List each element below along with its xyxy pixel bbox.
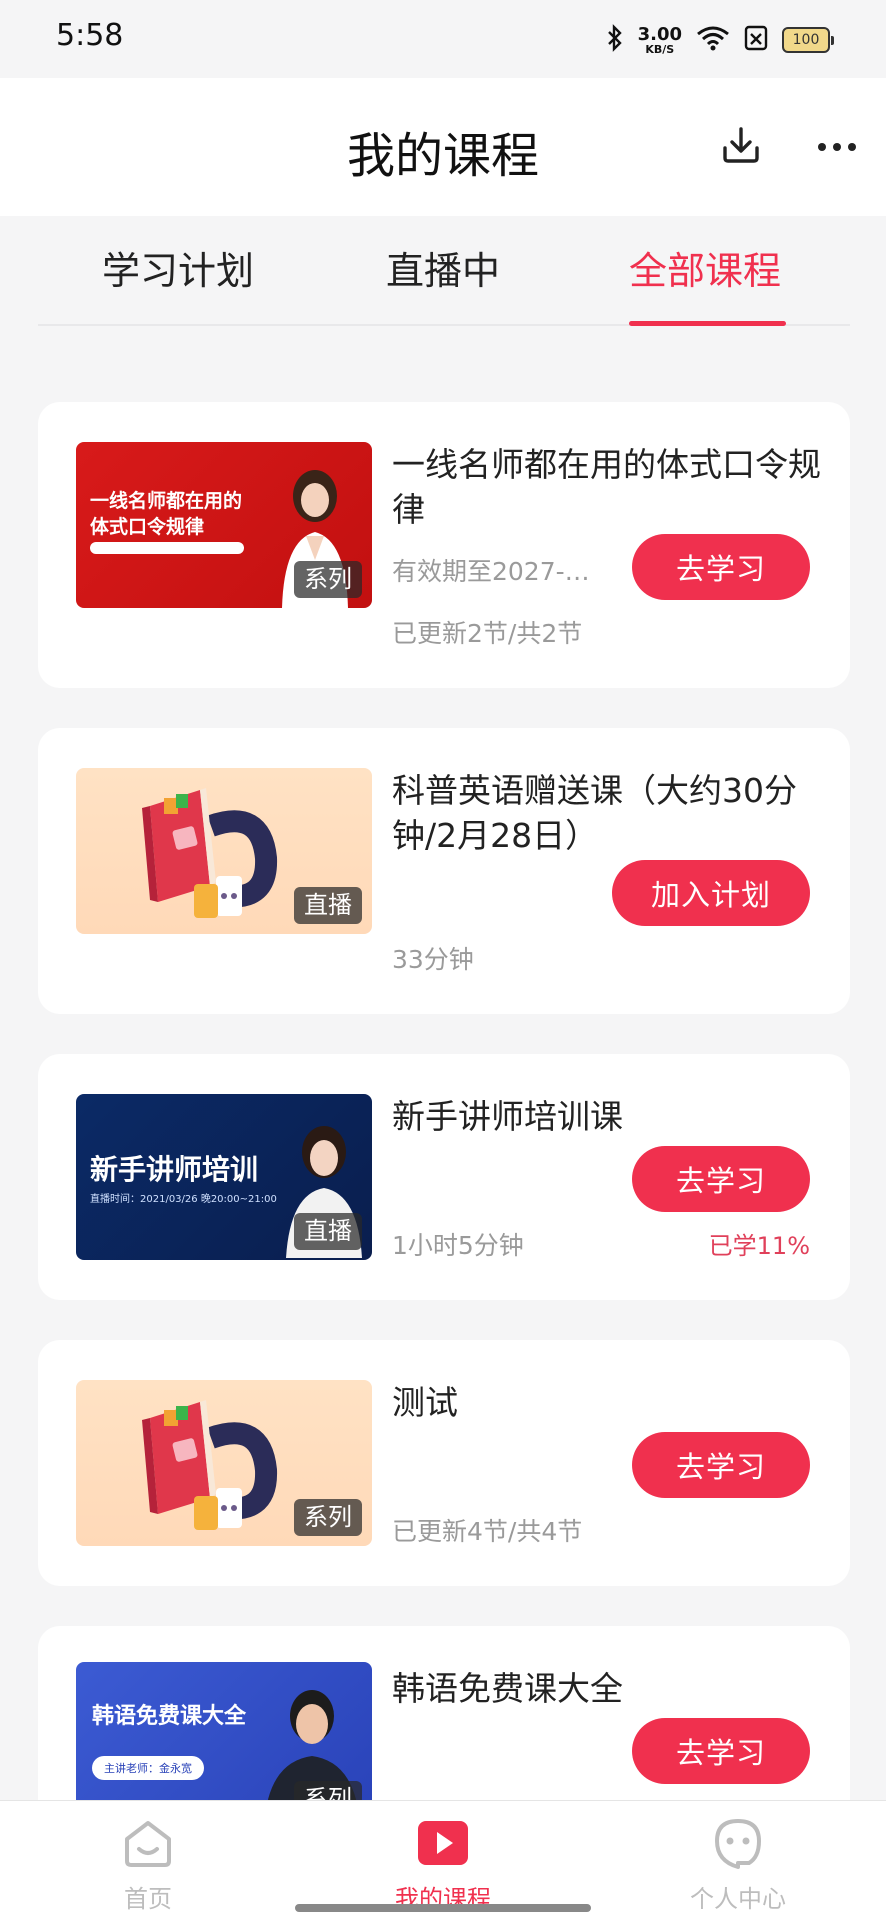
course-progress-count: 已更新2节/共2节: [392, 619, 583, 648]
course-title: 一线名师都在用的体式口令规律: [392, 445, 821, 529]
course-type-tag: 系列: [294, 561, 362, 598]
tab-all-courses[interactable]: 全部课程: [629, 240, 781, 295]
tab-live[interactable]: 直播中: [386, 240, 500, 295]
course-type-tag: 系列: [294, 1499, 362, 1536]
network-speed: 3.00 KB/S: [637, 23, 682, 56]
nav-home-label: 首页: [124, 1885, 172, 1913]
active-tab-indicator: [629, 321, 786, 326]
battery-indicator: 100: [782, 27, 834, 53]
nav-profile-label: 个人中心: [690, 1885, 786, 1913]
nav-my-courses[interactable]: 我的课程: [363, 1817, 523, 1914]
add-to-plan-button[interactable]: 加入计划: [612, 860, 810, 926]
course-title: 科普英语赠送课（大约30分钟/2月28日）: [392, 771, 797, 855]
course-card[interactable]: 新手讲师培训 直播时间：2021/03/26 晚20:00~21:00 直播 新…: [38, 1054, 850, 1300]
profile-icon: [711, 1817, 765, 1873]
course-validity: 有效期至2027-…: [392, 557, 590, 586]
start-learning-button[interactable]: 去学习: [632, 1146, 810, 1212]
course-duration: 33分钟: [392, 945, 474, 974]
home-icon: [121, 1817, 175, 1873]
status-time: 5:58: [56, 18, 124, 53]
course-tabs: 学习计划 直播中 全部课程: [38, 216, 850, 326]
course-card[interactable]: 一线名师都在用的 体式口令规律 系列 一线名师都在用的体式口令规律 有效期至20…: [38, 402, 850, 688]
more-icon: [816, 138, 858, 157]
course-type-tag: 直播: [294, 887, 362, 924]
course-title: 新手讲师培训课: [392, 1097, 623, 1136]
start-learning-button[interactable]: 去学习: [632, 1718, 810, 1784]
tab-study-plan[interactable]: 学习计划: [102, 240, 254, 295]
more-button[interactable]: [812, 122, 862, 172]
start-learning-button[interactable]: 去学习: [632, 534, 810, 600]
course-title: 韩语免费课大全: [392, 1669, 623, 1708]
download-button[interactable]: [716, 122, 766, 172]
bottom-navigation: 首页 我的课程 个人中心: [0, 1800, 886, 1920]
home-indicator[interactable]: [295, 1904, 591, 1912]
header: 我的课程: [0, 78, 886, 216]
course-card[interactable]: 系列 测试 去学习 已更新4节/共4节: [38, 1340, 850, 1586]
nav-home[interactable]: 首页: [68, 1817, 228, 1914]
course-card[interactable]: 直播 科普英语赠送课（大约30分钟/2月28日） 加入计划 33分钟: [38, 728, 850, 1014]
course-type-tag: 直播: [294, 1213, 362, 1250]
course-progress-count: 已更新4节/共4节: [392, 1517, 583, 1546]
download-icon: [720, 124, 762, 170]
course-thumbnail: 系列: [76, 1380, 372, 1546]
learning-progress: 已学11%: [708, 1232, 810, 1260]
course-title: 测试: [392, 1383, 458, 1422]
wifi-icon: [696, 24, 730, 56]
course-duration: 1小时5分钟: [392, 1231, 524, 1260]
course-thumbnail: 新手讲师培训 直播时间：2021/03/26 晚20:00~21:00 直播: [76, 1094, 372, 1260]
status-bar: 5:58 3.00 KB/S 100: [0, 0, 886, 78]
sim-off-icon: [744, 25, 768, 55]
nav-profile[interactable]: 个人中心: [658, 1817, 818, 1914]
play-icon: [416, 1817, 470, 1873]
status-icons: 3.00 KB/S 100: [606, 20, 834, 60]
course-thumbnail: 一线名师都在用的 体式口令规律 系列: [76, 442, 372, 608]
start-learning-button[interactable]: 去学习: [632, 1432, 810, 1498]
bluetooth-icon: [606, 24, 624, 56]
course-thumbnail: 直播: [76, 768, 372, 934]
